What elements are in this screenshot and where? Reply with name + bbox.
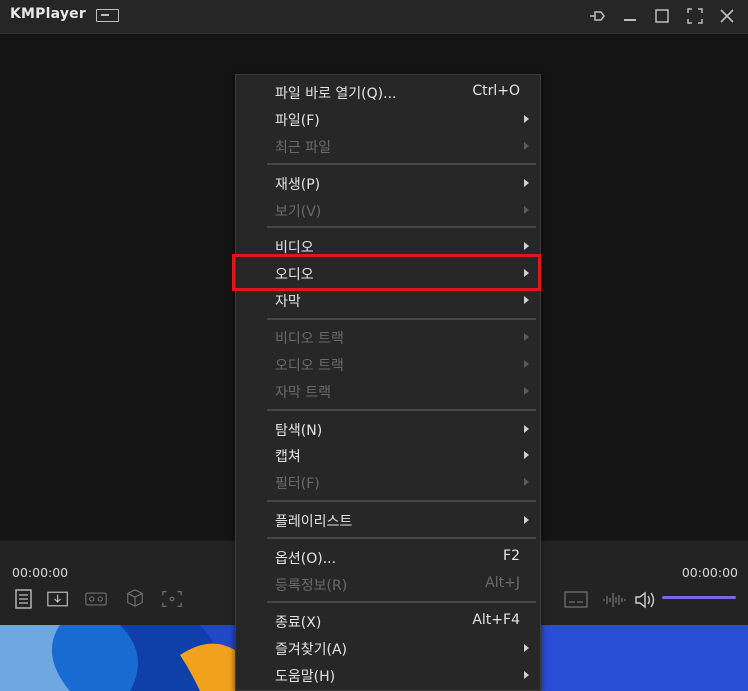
menu-item-label: 파일 바로 열기(Q)... <box>275 86 397 102</box>
menu-separator <box>267 318 536 320</box>
volume-slider[interactable] <box>662 596 736 599</box>
subtitle-icon[interactable] <box>564 590 588 610</box>
menu-separator <box>267 537 536 539</box>
capture-icon[interactable] <box>161 589 183 609</box>
menu-item-playback[interactable]: 재생(P) <box>236 170 540 196</box>
highlight-box <box>232 254 541 291</box>
menu-item-exit[interactable]: 종료(X) Alt+F4 <box>236 608 540 634</box>
submenu-arrow-icon <box>524 296 529 304</box>
context-menu: 파일 바로 열기(Q)... Ctrl+O 파일(F) 최근 파일 재생(P) … <box>235 74 541 691</box>
menu-item-properties[interactable]: 등록정보(R) Alt+J <box>236 571 540 597</box>
menu-item-shortcut: Alt+F4 <box>472 612 520 628</box>
menu-item-subtitle-track[interactable]: 자막 트랙 <box>236 378 540 404</box>
equalizer-icon[interactable] <box>602 590 628 610</box>
title-bar: KMPlayer <box>0 0 748 34</box>
menu-item-label: 필터(F) <box>275 476 320 492</box>
menu-item-view[interactable]: 보기(V) <box>236 197 540 223</box>
menu-item-file[interactable]: 파일(F) <box>236 106 540 132</box>
submenu-arrow-icon <box>524 478 529 486</box>
menu-item-label: 재생(P) <box>275 177 321 193</box>
submenu-arrow-icon <box>524 242 529 250</box>
vr-icon[interactable] <box>85 589 107 609</box>
menu-item-label: 종료(X) <box>275 615 322 631</box>
submenu-arrow-icon <box>524 516 529 524</box>
menu-item-label: 자막 <box>275 294 301 310</box>
submenu-arrow-icon <box>524 206 529 214</box>
maximize-icon[interactable] <box>652 6 672 26</box>
menu-item-label: 오디오 트랙 <box>275 358 344 374</box>
total-time: 00:00:00 <box>681 565 738 580</box>
app-title: KMPlayer <box>10 6 86 22</box>
menu-item-open-file-quick[interactable]: 파일 바로 열기(Q)... Ctrl+O <box>236 79 540 105</box>
menu-item-label: 탐색(N) <box>275 423 323 439</box>
submenu-arrow-icon <box>524 671 529 679</box>
menu-item-help[interactable]: 도움말(H) <box>236 662 540 688</box>
menu-item-video-track[interactable]: 비디오 트랙 <box>236 324 540 350</box>
menu-item-shortcut: Alt+J <box>485 575 520 591</box>
menu-item-label: 등록정보(R) <box>275 578 348 594</box>
menu-separator <box>267 601 536 603</box>
fullscreen-icon[interactable] <box>685 6 705 26</box>
3d-cube-icon[interactable] <box>124 588 146 608</box>
menu-separator <box>267 500 536 502</box>
menu-item-label: 캡쳐 <box>275 449 301 465</box>
menu-separator <box>267 163 536 165</box>
menu-item-shortcut: F2 <box>503 548 520 564</box>
menu-item-capture[interactable]: 캡쳐 <box>236 442 540 468</box>
menu-item-label: 비디오 트랙 <box>275 331 344 347</box>
menu-item-label: 파일(F) <box>275 113 320 129</box>
mini-mode-icon[interactable] <box>96 9 119 22</box>
menu-item-label: 플레이리스트 <box>275 514 353 530</box>
playlist-icon[interactable] <box>13 589 35 609</box>
submenu-arrow-icon <box>524 451 529 459</box>
minimize-icon[interactable] <box>620 6 640 26</box>
menu-item-favorites[interactable]: 즐겨찾기(A) <box>236 635 540 661</box>
current-time: 00:00:00 <box>12 565 69 580</box>
submenu-arrow-icon <box>524 644 529 652</box>
menu-item-label: 도움말(H) <box>275 669 336 685</box>
menu-item-label: 보기(V) <box>275 204 322 220</box>
menu-item-playlist[interactable]: 플레이리스트 <box>236 507 540 533</box>
volume-icon[interactable] <box>634 590 658 610</box>
pin-icon[interactable] <box>587 6 607 26</box>
menu-item-navigate[interactable]: 탐색(N) <box>236 416 540 442</box>
close-icon[interactable] <box>717 6 737 26</box>
menu-item-label: 자막 트랙 <box>275 385 331 401</box>
menu-item-shortcut: Ctrl+O <box>472 83 520 99</box>
menu-item-label: 최근 파일 <box>275 140 331 156</box>
menu-item-label: 즐겨찾기(A) <box>275 642 348 658</box>
menu-separator <box>267 409 536 411</box>
download-icon[interactable] <box>47 589 69 609</box>
submenu-arrow-icon <box>524 387 529 395</box>
menu-item-recent-files[interactable]: 최근 파일 <box>236 133 540 159</box>
submenu-arrow-icon <box>524 142 529 150</box>
menu-item-filter[interactable]: 필터(F) <box>236 469 540 495</box>
submenu-arrow-icon <box>524 179 529 187</box>
submenu-arrow-icon <box>524 425 529 433</box>
submenu-arrow-icon <box>524 360 529 368</box>
menu-item-options[interactable]: 옵션(O)... F2 <box>236 544 540 570</box>
submenu-arrow-icon <box>524 115 529 123</box>
submenu-arrow-icon <box>524 333 529 341</box>
menu-item-audio-track[interactable]: 오디오 트랙 <box>236 351 540 377</box>
menu-separator <box>267 226 536 228</box>
menu-item-label: 옵션(O)... <box>275 551 337 567</box>
